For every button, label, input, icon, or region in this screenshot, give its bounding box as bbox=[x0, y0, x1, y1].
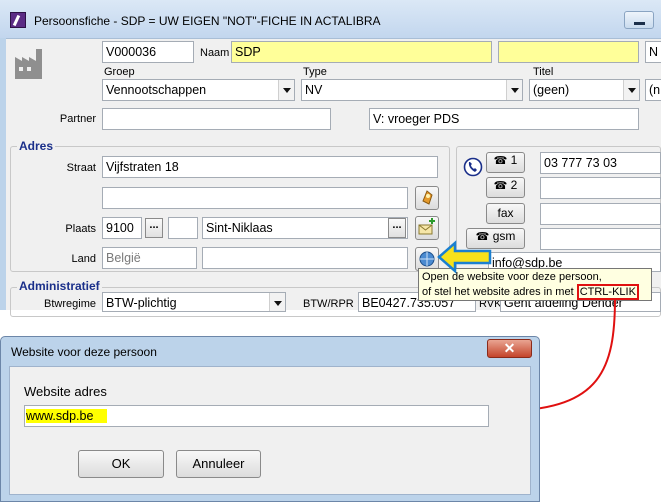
website-dialog: Website voor deze persoon ✕ Website adre… bbox=[0, 336, 540, 502]
btwregime-label: Btwregime bbox=[44, 298, 96, 310]
dialog-title: Website voor deze persoon bbox=[11, 345, 157, 359]
telephone-icon: ☎ bbox=[493, 155, 508, 167]
btwregime-value: BTW-plichtig bbox=[106, 296, 177, 310]
minimize-button[interactable] bbox=[624, 11, 654, 29]
chevron-down-icon bbox=[269, 293, 285, 311]
chevron-down-icon bbox=[506, 80, 522, 100]
ok-button[interactable]: OK bbox=[78, 450, 164, 478]
partner-field[interactable] bbox=[102, 108, 331, 130]
cancel-button[interactable]: Annuleer bbox=[176, 450, 261, 478]
phone2-field[interactable] bbox=[540, 177, 661, 199]
postcode-lookup-button[interactable]: ... bbox=[145, 218, 163, 238]
chevron-down-icon bbox=[278, 80, 294, 100]
gsm-field[interactable] bbox=[540, 228, 661, 250]
chevron-down-icon bbox=[623, 80, 639, 100]
map-button[interactable] bbox=[415, 186, 439, 210]
minimize-icon bbox=[634, 22, 645, 25]
fax-field[interactable] bbox=[540, 203, 661, 225]
website-adres-value: www.sdp.be bbox=[26, 409, 108, 423]
telephone-icon: ☎ bbox=[493, 180, 508, 192]
plaats-extra-field[interactable] bbox=[168, 217, 198, 239]
extra-field[interactable]: N bbox=[645, 41, 661, 63]
type-value: NV bbox=[305, 83, 323, 97]
close-button[interactable]: ✕ bbox=[487, 339, 532, 358]
fax-button[interactable]: fax bbox=[486, 203, 525, 224]
land2-field[interactable] bbox=[202, 247, 408, 269]
pointer-arrow bbox=[437, 240, 492, 274]
app-icon bbox=[10, 12, 26, 28]
groep-value: Vennootschappen bbox=[106, 83, 207, 97]
straat2-field[interactable] bbox=[102, 187, 408, 209]
straat-label: Straat bbox=[66, 162, 96, 174]
administratief-title: Administratief bbox=[17, 279, 102, 293]
naam-label: Naam bbox=[200, 47, 230, 59]
gemeente-field[interactable]: Sint-Niklaas bbox=[202, 217, 408, 239]
naam-field[interactable]: SDP bbox=[231, 41, 492, 63]
gemeente-lookup-button[interactable]: ... bbox=[388, 218, 406, 238]
phone2-button[interactable]: ☎ 2 bbox=[486, 177, 525, 198]
add-address-button[interactable] bbox=[415, 216, 439, 240]
btwregime-select[interactable]: BTW-plichtig bbox=[102, 292, 286, 312]
land-label: Land bbox=[71, 253, 96, 265]
phone-icon bbox=[463, 157, 483, 177]
phone1-button[interactable]: ☎ 1 bbox=[486, 152, 525, 173]
adres-title: Adres bbox=[17, 139, 56, 153]
postcode-field[interactable]: 9100 bbox=[102, 217, 142, 239]
titel-label: Titel bbox=[533, 66, 554, 78]
naam2-field[interactable] bbox=[498, 41, 639, 63]
partner-label: Partner bbox=[59, 113, 96, 125]
website-adres-input[interactable]: www.sdp.be bbox=[24, 405, 489, 427]
dialog-body: Website adres www.sdp.be OK Annuleer bbox=[9, 366, 531, 495]
company-icon bbox=[12, 45, 48, 81]
groep-label: Groep bbox=[104, 66, 135, 78]
straat-field[interactable]: Vijfstraten 18 bbox=[102, 156, 438, 178]
note-field[interactable]: V: vroeger PDS bbox=[369, 108, 639, 130]
phone1-field[interactable]: 03 777 73 03 bbox=[540, 152, 661, 174]
type-select[interactable]: NV bbox=[301, 79, 523, 101]
website-adres-label: Website adres bbox=[24, 384, 107, 399]
plaats-label: Plaats bbox=[65, 223, 96, 235]
btw-label: BTW/RPR bbox=[303, 298, 354, 310]
window-title: Persoonsfiche - SDP = UW EIGEN "NOT"-FIC… bbox=[34, 14, 381, 28]
type-label: Type bbox=[303, 66, 327, 78]
groep-select[interactable]: Vennootschappen bbox=[102, 79, 295, 101]
extra2-field[interactable]: (n bbox=[645, 79, 661, 101]
titel-value: (geen) bbox=[533, 83, 570, 97]
globe-icon bbox=[419, 251, 435, 267]
close-icon: ✕ bbox=[503, 340, 516, 356]
map-pin-icon bbox=[422, 190, 433, 205]
envelope-plus-icon bbox=[418, 218, 435, 235]
land-field[interactable]: België bbox=[102, 247, 197, 269]
persoonsfiche-window: Persoonsfiche - SDP = UW EIGEN "NOT"-FIC… bbox=[0, 0, 661, 317]
titel-select[interactable]: (geen) bbox=[529, 79, 640, 101]
title-bar: Persoonsfiche - SDP = UW EIGEN "NOT"-FIC… bbox=[0, 0, 661, 38]
id-field[interactable]: V000036 bbox=[102, 41, 194, 63]
